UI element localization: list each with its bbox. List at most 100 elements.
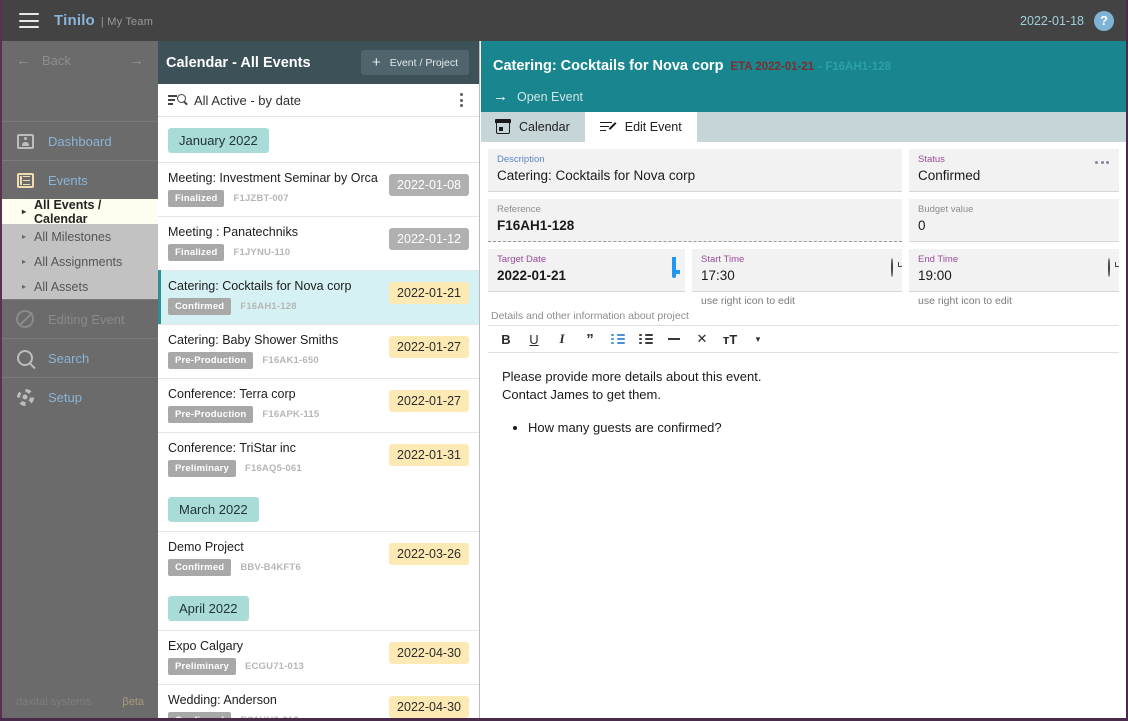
status-field[interactable]: Status Confirmed — [909, 149, 1119, 192]
event-list-item[interactable]: Wedding: Anderson Confirmed EC1UH8-313 2022… — [158, 684, 479, 718]
event-item-main: Demo Project Confirmed BBV-B4KFT6 — [168, 540, 381, 576]
start-time-field[interactable]: Start Time 17:30 — [692, 249, 902, 292]
reference-field[interactable]: Reference F16AH1-128 — [488, 199, 902, 242]
clear-format-button[interactable]: ✕ — [690, 327, 714, 351]
back-button[interactable]: ← Back → — [2, 41, 158, 79]
horizontal-rule-button[interactable] — [662, 327, 686, 351]
quote-button[interactable]: ” — [578, 327, 602, 351]
event-list-item[interactable]: Conference: Terra corp Pre-Production F16A… — [158, 378, 479, 432]
start-time-group: Start Time 17:30 use right icon to edit — [692, 249, 902, 307]
sidebar-item-dashboard[interactable]: Dashboard — [2, 121, 158, 160]
chevron-right-icon: ▸ — [22, 257, 27, 266]
event-reference: BBV-B4KFT6 — [240, 562, 301, 573]
sidebar-subitem-label: All Assignments — [34, 254, 123, 269]
bold-button[interactable]: B — [494, 327, 518, 351]
event-list-item[interactable]: Catering: Baby Shower Smiths Pre-Producti… — [158, 324, 479, 378]
event-reference: F16APK-115 — [262, 409, 320, 420]
event-meta: Pre-Production F16AK1-650 — [168, 352, 381, 369]
sidebar-item-all-assets[interactable]: ▸ All Assets — [2, 274, 158, 299]
editor-content[interactable]: Please provide more details about this e… — [488, 353, 1119, 437]
event-item-main: Wedding: Anderson Confirmed EC1UH8-313 — [168, 693, 381, 718]
tab-edit-event[interactable]: Edit Event — [584, 112, 697, 142]
event-name: Wedding: Anderson — [168, 693, 277, 707]
end-time-hint: use right icon to edit — [918, 295, 1012, 307]
end-time-field[interactable]: End Time 19:00 — [909, 249, 1119, 292]
numbered-list-button[interactable] — [634, 327, 658, 351]
chevron-right-icon: ▸ — [22, 232, 27, 241]
event-name: Conference: Terra corp — [168, 387, 296, 401]
event-reference: ECGU71-013 — [244, 661, 304, 672]
hamburger-icon[interactable] — [19, 13, 39, 28]
calendar-picker-icon[interactable] — [672, 257, 676, 278]
event-date: 2022-01-31 — [389, 444, 469, 466]
status-badge: Finalized — [168, 244, 225, 261]
italic-button[interactable]: I — [550, 327, 574, 351]
event-date: 2022-01-12 — [389, 228, 469, 250]
arrow-right-icon[interactable]: → — [129, 52, 144, 69]
sidebar-item-all-assignments[interactable]: ▸ All Assignments — [2, 249, 158, 274]
month-group-header: January 2022 — [158, 117, 479, 162]
clock-icon[interactable] — [891, 258, 893, 277]
status-badge: Confirmed — [168, 712, 232, 718]
status-badge: Confirmed — [168, 298, 232, 315]
tab-label: Calendar — [519, 120, 570, 134]
circle-slash-icon — [14, 309, 36, 329]
event-meta: Preliminary F16AQ5-061 — [168, 460, 381, 477]
sidebar-item-all-events-calendar[interactable]: ▸ All Events / Calendar — [2, 198, 158, 226]
budget-field[interactable]: Budget value 0 — [909, 199, 1119, 242]
search-icon — [14, 348, 36, 368]
event-list-item[interactable]: Catering: Cocktails for Nova corp Confirm… — [158, 270, 479, 325]
event-meta: Confirmed BBV-B4KFT6 — [168, 559, 381, 576]
description-value: Catering: Cocktails for Nova corp — [497, 168, 696, 183]
target-date-field[interactable]: Target Date 2022-01-21 — [488, 249, 685, 292]
month-pill: April 2022 — [168, 596, 249, 621]
event-item-main: Conference: Terra corp Pre-Production F16A… — [168, 387, 381, 423]
text-size-button[interactable]: тT — [718, 327, 742, 351]
gear-icon — [14, 387, 36, 407]
help-icon[interactable]: ? — [1094, 10, 1114, 31]
end-time-label: End Time — [918, 254, 959, 265]
chevron-right-icon: ▸ — [22, 207, 27, 216]
form-row-datetime: Target Date 2022-01-21 Start Time 17:30 … — [488, 249, 1119, 307]
sidebar-item-all-milestones[interactable]: ▸ All Milestones — [2, 224, 158, 249]
event-list-item[interactable]: Demo Project Confirmed BBV-B4KFT6 2022-03-2… — [158, 531, 479, 585]
event-list-item[interactable]: Meeting : Panatechniks Finalized F1JYNU-11… — [158, 216, 479, 270]
event-item-main: Catering: Cocktails for Nova corp Confirm… — [168, 279, 381, 315]
calendar-filter-bar[interactable]: All Active - by date — [158, 84, 479, 117]
footer-beta-badge: βeta — [122, 696, 144, 708]
detail-panel: Catering: Cocktails for Nova corp ETA 202… — [481, 41, 1126, 718]
underline-button[interactable]: U — [522, 327, 546, 351]
clock-icon[interactable] — [1108, 258, 1110, 277]
start-time-label: Start Time — [701, 254, 745, 265]
event-meta: Pre-Production F16APK-115 — [168, 406, 381, 423]
event-list[interactable]: January 2022 Meeting: Investment Seminar … — [158, 117, 479, 718]
open-event-button[interactable]: → Open Event — [493, 88, 1126, 105]
event-item-main: Expo Calgary Preliminary ECGU71-013 — [168, 639, 381, 675]
month-pill: March 2022 — [168, 497, 259, 522]
sidebar-item-editing-event[interactable]: Editing Event — [2, 299, 158, 338]
end-time-group: End Time 19:00 use right icon to edit — [909, 249, 1119, 307]
brand-subtitle: | My Team — [100, 16, 154, 28]
add-event-project-button[interactable]: + Event / Project — [360, 50, 469, 75]
description-field[interactable]: Description Catering: Cocktails for Nova… — [488, 149, 902, 192]
event-list-item[interactable]: Expo Calgary Preliminary ECGU71-013 2022-04… — [158, 630, 479, 684]
sidebar-item-search[interactable]: Search — [2, 338, 158, 377]
detail-reference: - F16AH1-128 — [818, 61, 892, 73]
sidebar-item-setup[interactable]: Setup — [2, 377, 158, 416]
sidebar-item-label: Search — [48, 350, 90, 366]
event-date: 2022-04-30 — [389, 696, 469, 718]
calendar-options-icon[interactable] — [456, 89, 467, 111]
event-list-item[interactable]: Conference: TriStar inc Preliminary F16AQ5… — [158, 432, 479, 486]
bullet-list-button[interactable] — [606, 327, 630, 351]
chevron-down-icon[interactable]: ▾ — [746, 327, 770, 351]
event-reference: F16AK1-650 — [262, 355, 319, 366]
event-date: 2022-01-27 — [389, 336, 469, 358]
event-list-item[interactable]: Meeting: Investment Seminar by Orca Final… — [158, 162, 479, 216]
start-time-hint: use right icon to edit — [701, 295, 795, 307]
edit-list-icon — [599, 121, 617, 134]
sidebar-item-events[interactable]: Events — [2, 160, 158, 199]
plus-icon: + — [371, 54, 381, 71]
status-badge: Preliminary — [168, 658, 236, 675]
tab-calendar[interactable]: Calendar — [481, 112, 585, 142]
status-more-icon[interactable] — [1095, 161, 1109, 164]
